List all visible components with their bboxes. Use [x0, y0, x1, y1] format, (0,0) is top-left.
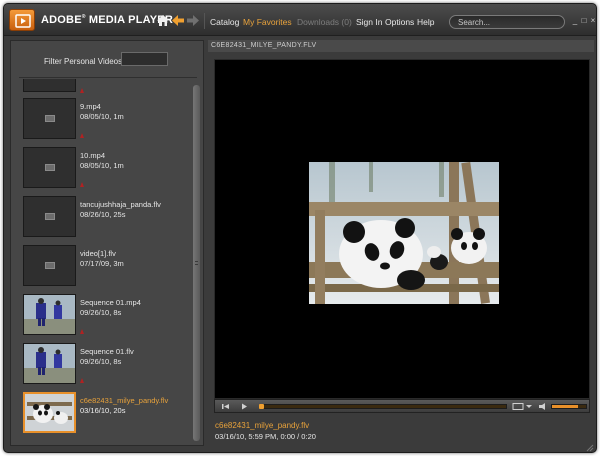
video-title: tancujushhaja_panda.flv: [80, 200, 161, 209]
video-thumbnail: [23, 98, 76, 139]
screen-icon[interactable]: [511, 402, 525, 411]
player-controls: [214, 399, 590, 413]
menu-help[interactable]: Help: [417, 17, 434, 27]
app-window: ADOBE® MEDIA PLAYER Catalog My Favorites…: [3, 3, 597, 453]
flag-icon: [80, 378, 84, 383]
video-thumbnail: [23, 245, 76, 286]
search-input[interactable]: [449, 15, 565, 29]
scrollbar-thumb[interactable]: [193, 85, 200, 441]
video-meta: 03/16/10, 20s: [80, 406, 126, 415]
video-list: 9.mp4 08/05/10, 1m 10.mp4 08/05/10, 1m t…: [11, 79, 193, 445]
video-thumbnail: [23, 392, 76, 433]
video-stage[interactable]: [214, 59, 590, 399]
minimize-button[interactable]: _: [571, 17, 579, 25]
list-item[interactable]: Sequence 01.mp4 09/26/10, 8s: [23, 294, 191, 338]
menu-sign-in[interactable]: Sign In: [356, 17, 382, 27]
video-title: 9.mp4: [80, 102, 101, 111]
filter-label: Filter Personal Videos: [44, 57, 123, 66]
placeholder-icon: [45, 262, 55, 269]
list-item[interactable]: Sequence 01.flv 09/26/10, 8s: [23, 343, 191, 387]
sidebar-scrollbar[interactable]: [193, 85, 200, 441]
video-frame[interactable]: [309, 162, 499, 304]
play-icon[interactable]: [237, 402, 251, 411]
sequence-thumbnail-image: [24, 295, 75, 334]
list-item[interactable]: 10.mp4 08/05/10, 1m: [23, 147, 191, 191]
skip-back-icon[interactable]: [219, 402, 233, 411]
app-title: ADOBE® MEDIA PLAYER: [41, 14, 173, 26]
video-meta: 07/17/09, 3m: [80, 259, 124, 268]
volume-icon[interactable]: [537, 402, 551, 411]
progress-bar[interactable]: [259, 404, 507, 409]
video-thumbnail: [23, 147, 76, 188]
resize-grip-icon[interactable]: [586, 444, 594, 452]
flag-icon: [80, 133, 84, 138]
forward-arrow-icon[interactable]: [186, 14, 200, 27]
progress-handle[interactable]: [259, 404, 264, 409]
video-thumbnail: [23, 343, 76, 384]
sidebar: Filter Personal Videos 9.mp4 08/05/10, 1…: [10, 40, 204, 446]
close-button[interactable]: ×: [589, 17, 596, 25]
flag-icon: [80, 88, 84, 93]
placeholder-icon: [45, 164, 55, 171]
video-title: Sequence 01.mp4: [80, 298, 141, 307]
flag-icon: [80, 182, 84, 187]
menu-my-favorites[interactable]: My Favorites: [243, 17, 292, 27]
list-item[interactable]: video[1].flv 07/17/09, 3m: [23, 245, 191, 289]
menu-options[interactable]: Options: [385, 17, 414, 27]
placeholder-icon: [45, 213, 55, 220]
now-playing-title: c6e82431_milye_pandy.flv: [215, 421, 310, 430]
volume-fill: [552, 405, 578, 408]
menu-downloads[interactable]: Downloads (0): [297, 17, 352, 27]
list-item[interactable]: tancujushhaja_panda.flv 08/26/10, 25s: [23, 196, 191, 240]
video-title: 10.mp4: [80, 151, 106, 160]
video-title: c6e82431_milye_pandy.flv: [80, 396, 169, 405]
volume-slider[interactable]: [551, 404, 587, 409]
flag-icon: [80, 329, 84, 334]
video-title: video[1].flv: [80, 249, 116, 258]
home-icon[interactable]: [156, 14, 170, 27]
maximize-button[interactable]: □: [580, 17, 588, 25]
app-logo: [9, 9, 35, 31]
placeholder-icon: [45, 115, 55, 122]
video-meta: 08/05/10, 1m: [80, 161, 124, 170]
list-item[interactable]: [23, 79, 191, 93]
sequence-thumbnail-image: [24, 344, 75, 383]
video-meta: 09/26/10, 8s: [80, 308, 122, 317]
filter-input[interactable]: [121, 52, 168, 66]
video-meta: 08/05/10, 1m: [80, 112, 124, 121]
back-arrow-icon[interactable]: [171, 14, 185, 27]
menu-catalog[interactable]: Catalog: [210, 17, 239, 27]
list-item-selected[interactable]: c6e82431_milye_pandy.flv 03/16/10, 20s: [23, 392, 191, 436]
sidebar-divider: [19, 77, 197, 78]
video-thumbnail: [23, 294, 76, 335]
video-thumbnail: [23, 79, 76, 92]
video-title: Sequence 01.flv: [80, 347, 134, 356]
title-divider: [204, 13, 205, 29]
scrollbar-grip-icon: [195, 261, 198, 265]
chevron-down-icon[interactable]: [525, 402, 533, 411]
video-thumbnail: [23, 196, 76, 237]
video-meta: 09/26/10, 8s: [80, 357, 122, 366]
list-item[interactable]: 9.mp4 08/05/10, 1m: [23, 98, 191, 142]
title-bar: ADOBE® MEDIA PLAYER Catalog My Favorites…: [4, 4, 596, 36]
now-playing-meta: 03/16/10, 5:59 PM, 0:00 / 0:20: [215, 432, 316, 441]
video-meta: 08/26/10, 25s: [80, 210, 126, 219]
player-title: C6E82431_MILYE_PANDY.FLV: [211, 42, 317, 49]
panda-thumbnail-image: [25, 394, 74, 431]
player-header: C6E82431_MILYE_PANDY.FLV: [208, 40, 594, 52]
